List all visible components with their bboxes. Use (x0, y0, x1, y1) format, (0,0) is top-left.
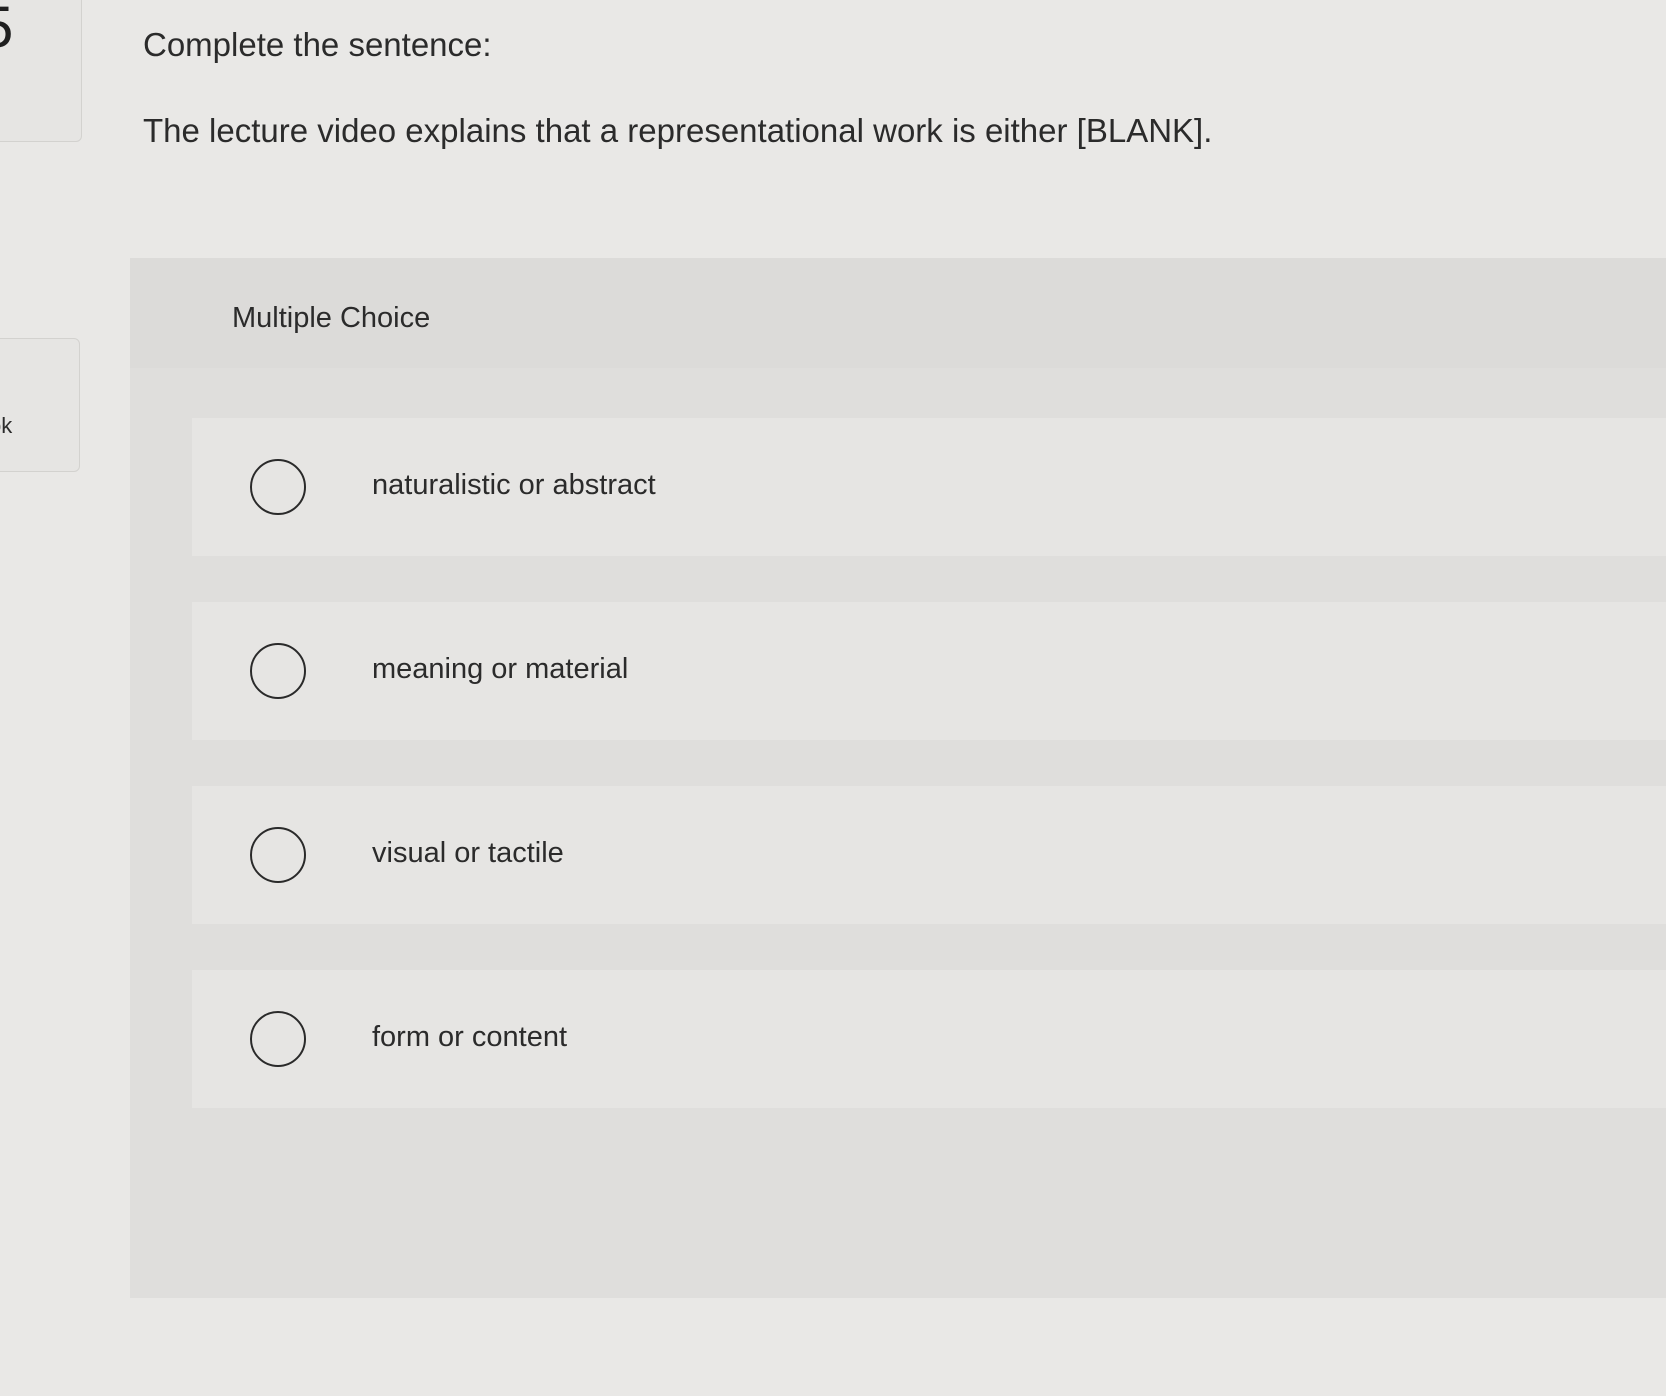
answer-option-1[interactable]: naturalistic or abstract (192, 418, 1666, 556)
question-text: The lecture video explains that a repres… (143, 112, 1213, 149)
radio-button-icon[interactable] (250, 643, 306, 699)
radio-button-icon[interactable] (250, 459, 306, 515)
ebook-tile[interactable]: ok (0, 338, 80, 472)
radio-button-icon[interactable] (250, 1011, 306, 1067)
multiple-choice-panel: Multiple Choice naturalistic or abstract… (130, 258, 1666, 1298)
prompt-title: Complete the sentence: (143, 26, 492, 63)
answer-option-3[interactable]: visual or tactile (192, 786, 1666, 924)
answer-option-2[interactable]: meaning or material (192, 602, 1666, 740)
question-number: 5 (0, 0, 13, 57)
ebook-label: ok (0, 413, 13, 438)
multiple-choice-label: Multiple Choice (232, 302, 431, 334)
radio-button-icon[interactable] (250, 827, 306, 883)
multiple-choice-header: Multiple Choice (130, 258, 1666, 368)
answer-option-label: meaning or material (372, 653, 629, 685)
question-number-tile[interactable]: 5 (0, 0, 82, 142)
answer-option-label: naturalistic or abstract (372, 469, 656, 501)
answer-option-label: form or content (372, 1021, 568, 1053)
answer-option-label: visual or tactile (372, 837, 564, 869)
answer-option-4[interactable]: form or content (192, 970, 1666, 1108)
